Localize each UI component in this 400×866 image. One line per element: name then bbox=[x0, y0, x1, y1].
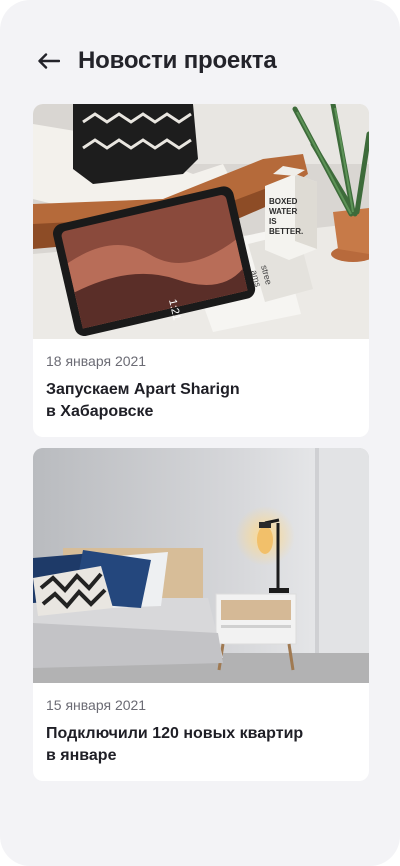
page-title: Новости проекта bbox=[78, 47, 277, 74]
phone-screen: Новости проекта stree ams 1:21 BOXED WAT… bbox=[0, 0, 400, 866]
news-title[interactable]: Подключили 120 новых квартир в январе bbox=[46, 723, 356, 767]
svg-text:BOXED: BOXED bbox=[269, 197, 298, 206]
svg-text:BETTER.: BETTER. bbox=[269, 227, 303, 236]
svg-text:WATER: WATER bbox=[269, 207, 298, 216]
svg-text:IS: IS bbox=[269, 217, 277, 226]
news-card-body: 15 января 2021 Подключили 120 новых квар… bbox=[33, 683, 369, 767]
news-card[interactable]: stree ams 1:21 BOXED WATER IS BETTER. 18… bbox=[33, 104, 369, 437]
news-title[interactable]: Запускаем Apart Sharign в Хабаровске bbox=[46, 379, 356, 423]
news-image-tablet-on-coffee-table: stree ams 1:21 BOXED WATER IS BETTER. bbox=[33, 104, 369, 339]
back-button[interactable] bbox=[36, 48, 62, 74]
news-date: 15 января 2021 bbox=[46, 697, 147, 713]
news-card[interactable]: 15 января 2021 Подключили 120 новых квар… bbox=[33, 448, 369, 781]
news-date: 18 января 2021 bbox=[46, 353, 147, 369]
arrow-left-icon bbox=[38, 53, 60, 69]
news-image-bedroom bbox=[33, 448, 369, 683]
header: Новости проекта bbox=[36, 44, 380, 78]
news-card-body: 18 января 2021 Запускаем Apart Sharign в… bbox=[33, 339, 369, 423]
